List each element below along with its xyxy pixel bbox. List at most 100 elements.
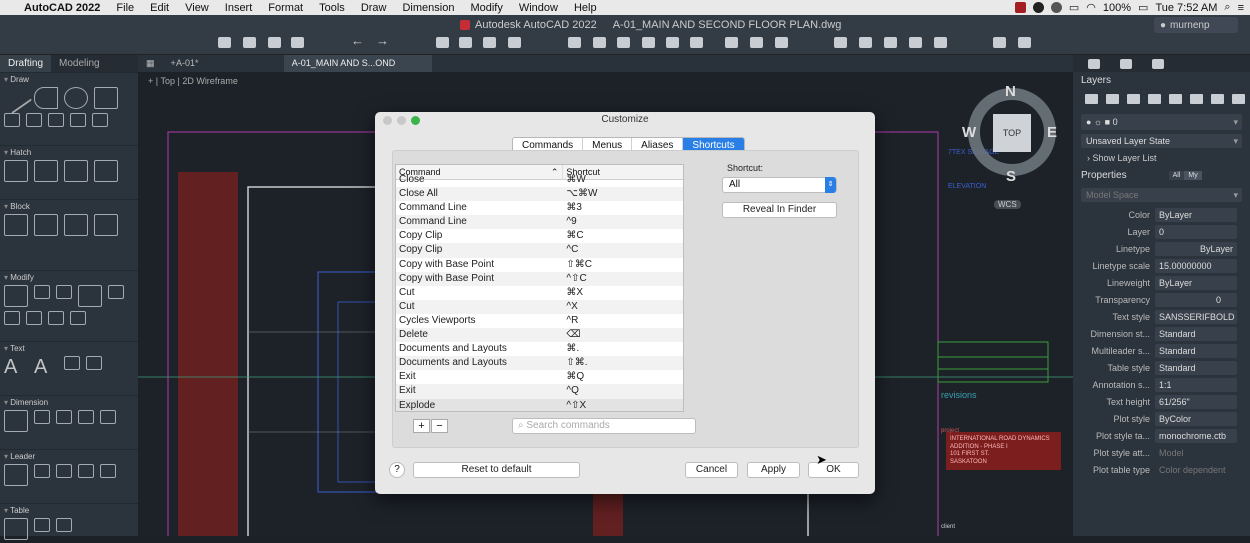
layout-tab[interactable]: A-01* xyxy=(168,55,207,72)
redo-icon[interactable]: → xyxy=(376,33,389,48)
table-row[interactable]: Copy Clip ⌘C xyxy=(396,229,683,243)
scale-icon[interactable] xyxy=(26,311,42,325)
help-button[interactable]: ? xyxy=(389,462,405,478)
arc-icon[interactable] xyxy=(4,113,20,127)
app-menu[interactable]: AutoCAD 2022 xyxy=(22,2,108,14)
property-value[interactable]: monochrome.ctb xyxy=(1155,428,1237,443)
tab-grid-icon[interactable]: ▦ xyxy=(138,55,163,72)
trim-icon[interactable] xyxy=(78,285,102,307)
table-row[interactable]: Cut ^X xyxy=(396,299,683,314)
section-hatch-header[interactable]: Hatch xyxy=(0,146,138,158)
undo-icon[interactable]: ← xyxy=(351,33,364,48)
table-row[interactable]: Command Line ^9 xyxy=(396,215,683,230)
array-icon[interactable] xyxy=(108,285,124,299)
wifi-icon[interactable]: ◠ xyxy=(1086,1,1096,14)
sheet-set-icon[interactable] xyxy=(568,37,581,48)
table-row[interactable]: Copy with Base Point ^⇧C xyxy=(396,271,683,286)
section-leader-header[interactable]: Leader xyxy=(0,450,138,462)
table-style-icon[interactable] xyxy=(34,518,50,532)
multileader-icon[interactable] xyxy=(4,464,28,486)
match-properties-icon[interactable] xyxy=(859,37,872,48)
battery-icon[interactable]: ▭ xyxy=(1138,1,1148,14)
tab-modeling[interactable]: Modeling xyxy=(51,55,108,72)
selection-filter-select[interactable]: Model Space xyxy=(1081,188,1242,202)
visual-style-label[interactable]: 2D Wireframe xyxy=(182,76,238,86)
menu-window[interactable]: Window xyxy=(511,2,566,14)
insert-block-icon[interactable] xyxy=(4,214,28,236)
shortcut-filter-select[interactable]: All ⇕ xyxy=(722,177,837,193)
new-layer-icon[interactable] xyxy=(1085,94,1098,104)
remove-shortcut-button[interactable]: − xyxy=(431,419,448,433)
fillet-icon[interactable] xyxy=(48,311,64,325)
show-layer-list-toggle[interactable]: › Show Layer List xyxy=(1073,148,1250,166)
section-modify-header[interactable]: Modify xyxy=(0,271,138,283)
reveal-in-finder-button[interactable]: Reveal In Finder xyxy=(722,202,837,218)
view-label[interactable]: Top xyxy=(160,76,175,86)
table-row[interactable]: Documents and Layouts ⇧⌘. xyxy=(396,356,683,371)
ellipse-icon[interactable] xyxy=(70,113,86,127)
table-row[interactable]: Close All ⌥⌘W xyxy=(396,187,683,202)
layer-icon[interactable] xyxy=(593,37,606,48)
collect-leader-icon[interactable] xyxy=(100,464,116,478)
menu-dimension[interactable]: Dimension xyxy=(394,2,462,14)
compass-west[interactable]: W xyxy=(962,124,976,141)
hatch-icon[interactable] xyxy=(4,160,28,182)
apply-button[interactable]: Apply xyxy=(747,462,800,478)
table-row[interactable]: Exit ^Q xyxy=(396,384,683,399)
menu-insert[interactable]: Insert xyxy=(217,2,261,14)
palette-icon[interactable] xyxy=(642,37,655,48)
table-row[interactable]: Copy Clip ^C xyxy=(396,243,683,258)
search-icon[interactable]: ⌕ xyxy=(1224,1,1230,14)
region-icon[interactable] xyxy=(94,160,118,182)
share-icon[interactable] xyxy=(1018,37,1031,48)
open-icon[interactable] xyxy=(243,37,256,48)
properties-tab-icon[interactable] xyxy=(1088,58,1100,69)
table-row[interactable]: Cut ⌘X xyxy=(396,286,683,300)
table-row[interactable]: Command Line ⌘3 xyxy=(396,201,683,215)
layer-walk-icon[interactable] xyxy=(1232,94,1245,104)
minimize-window-icon[interactable] xyxy=(397,116,406,125)
table-row[interactable]: Documents and Layouts ⌘. xyxy=(396,342,683,356)
zoom-window-icon[interactable] xyxy=(725,37,738,48)
table-row[interactable]: Cycles Viewports ^R xyxy=(396,314,683,328)
tab-drafting[interactable]: Drafting xyxy=(0,55,52,72)
account-icon[interactable] xyxy=(1050,2,1062,13)
current-layer-select[interactable]: ● ☼ ■ 0 xyxy=(1081,114,1242,130)
boundary-icon[interactable] xyxy=(64,160,88,182)
record-icon[interactable] xyxy=(1014,2,1026,13)
table-row[interactable]: Exit ⌘Q xyxy=(396,370,683,384)
spline-icon[interactable] xyxy=(26,113,42,127)
data-link-icon[interactable] xyxy=(56,518,72,532)
airplay-icon[interactable]: ▭ xyxy=(1069,1,1079,14)
offset-icon[interactable] xyxy=(56,285,72,299)
section-dimension-header[interactable]: Dimension xyxy=(0,396,138,408)
block-attribute-icon[interactable] xyxy=(94,214,118,236)
table-icon[interactable] xyxy=(4,518,28,540)
control-center-icon[interactable]: ≡ xyxy=(1238,2,1244,14)
close-window-icon[interactable] xyxy=(383,116,392,125)
circle-icon[interactable] xyxy=(64,87,88,109)
wcs-menu[interactable]: WCS xyxy=(994,200,1021,209)
add-leader-icon[interactable] xyxy=(34,464,50,478)
move-icon[interactable] xyxy=(4,285,28,307)
block-editor-icon[interactable] xyxy=(64,214,88,236)
layer-freeze-icon[interactable] xyxy=(1148,94,1161,104)
property-value[interactable]: 15.00000000 xyxy=(1155,258,1237,273)
linear-dimension-icon[interactable] xyxy=(4,410,28,432)
property-value[interactable]: Standard xyxy=(1155,326,1237,341)
viewcube-top[interactable]: TOP xyxy=(993,114,1031,152)
layer-match-icon[interactable] xyxy=(1190,94,1203,104)
properties-icon[interactable] xyxy=(617,37,630,48)
table-row[interactable]: Copy with Base Point ⇧⌘C xyxy=(396,258,683,272)
table-row[interactable]: Explode ^⇧X xyxy=(396,398,683,411)
section-text-header[interactable]: Text xyxy=(0,342,138,354)
create-block-icon[interactable] xyxy=(34,214,58,236)
shortcuts-table[interactable]: Command ⌃ Shortcut Close ⌘W Close All ⌥⌘W … xyxy=(395,164,684,412)
menu-tools[interactable]: Tools xyxy=(311,2,353,14)
content-icon[interactable] xyxy=(690,37,703,48)
property-value[interactable]: ByLayer xyxy=(1155,207,1237,222)
menu-edit[interactable]: Edit xyxy=(142,2,177,14)
property-value[interactable]: 61/256" xyxy=(1155,394,1237,409)
section-table-header[interactable]: Table xyxy=(0,504,138,516)
layer-state-select[interactable]: Unsaved Layer State xyxy=(1081,134,1242,148)
